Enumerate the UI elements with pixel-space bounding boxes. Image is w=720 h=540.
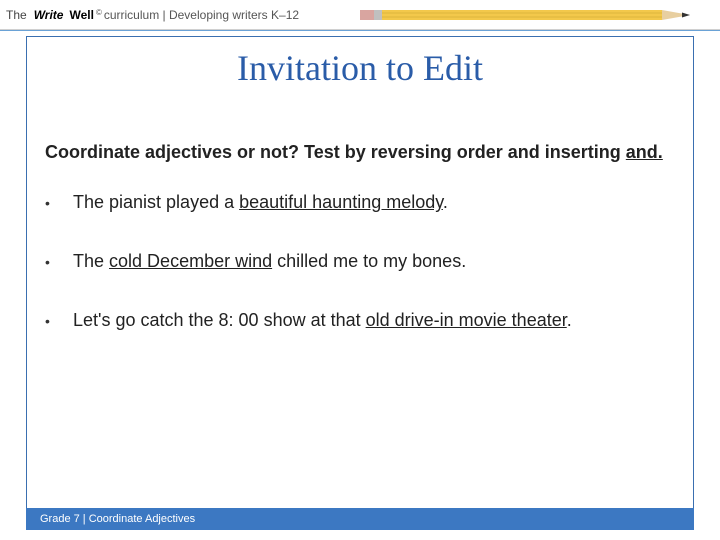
- slide-title: Invitation to Edit: [27, 47, 693, 89]
- bullet-underline: beautiful haunting melody: [239, 192, 443, 212]
- bullet-post: .: [443, 192, 448, 212]
- bullet-text: The cold December wind chilled me to my …: [73, 251, 466, 272]
- bullet-pre: Let's go catch the 8: 00 show at that: [73, 310, 366, 330]
- brand-write: Write: [34, 8, 64, 22]
- bullet-pre: The: [73, 251, 109, 271]
- list-item: • The cold December wind chilled me to m…: [45, 251, 675, 272]
- footer-bar: Grade 7 | Coordinate Adjectives: [26, 508, 694, 530]
- bullet-post: .: [567, 310, 572, 330]
- bullet-text: Let's go catch the 8: 00 show at that ol…: [73, 310, 572, 331]
- list-item: • Let's go catch the 8: 00 show at that …: [45, 310, 675, 331]
- instruction-and: and.: [626, 142, 663, 162]
- bullet-list: • The pianist played a beautiful hauntin…: [27, 192, 693, 331]
- bullet-post: chilled me to my bones.: [272, 251, 466, 271]
- header-divider: [0, 30, 720, 31]
- footer-text: Grade 7 | Coordinate Adjectives: [40, 513, 195, 525]
- brand: The Write Well © curriculum | Developing…: [6, 8, 299, 22]
- instruction-pre: Coordinate adjectives or not? Test by re…: [45, 142, 626, 162]
- bullet-pre: The pianist played a: [73, 192, 239, 212]
- bullet-marker: •: [45, 313, 73, 329]
- pencil-icon: [360, 6, 700, 24]
- bullet-marker: •: [45, 195, 73, 211]
- brand-the: The: [6, 8, 27, 22]
- instruction-text: Coordinate adjectives or not? Test by re…: [27, 141, 693, 164]
- bullet-text: The pianist played a beautiful haunting …: [73, 192, 448, 213]
- brand-tagline: curriculum | Developing writers K–12: [104, 8, 299, 22]
- list-item: • The pianist played a beautiful hauntin…: [45, 192, 675, 213]
- header-bar: The Write Well © curriculum | Developing…: [0, 0, 720, 30]
- brand-copyright: ©: [96, 8, 102, 17]
- bullet-marker: •: [45, 254, 73, 270]
- bullet-underline: old drive-in movie theater: [366, 310, 567, 330]
- slide-frame: Invitation to Edit Coordinate adjectives…: [26, 36, 694, 510]
- brand-well: Well: [69, 8, 93, 22]
- bullet-underline: cold December wind: [109, 251, 272, 271]
